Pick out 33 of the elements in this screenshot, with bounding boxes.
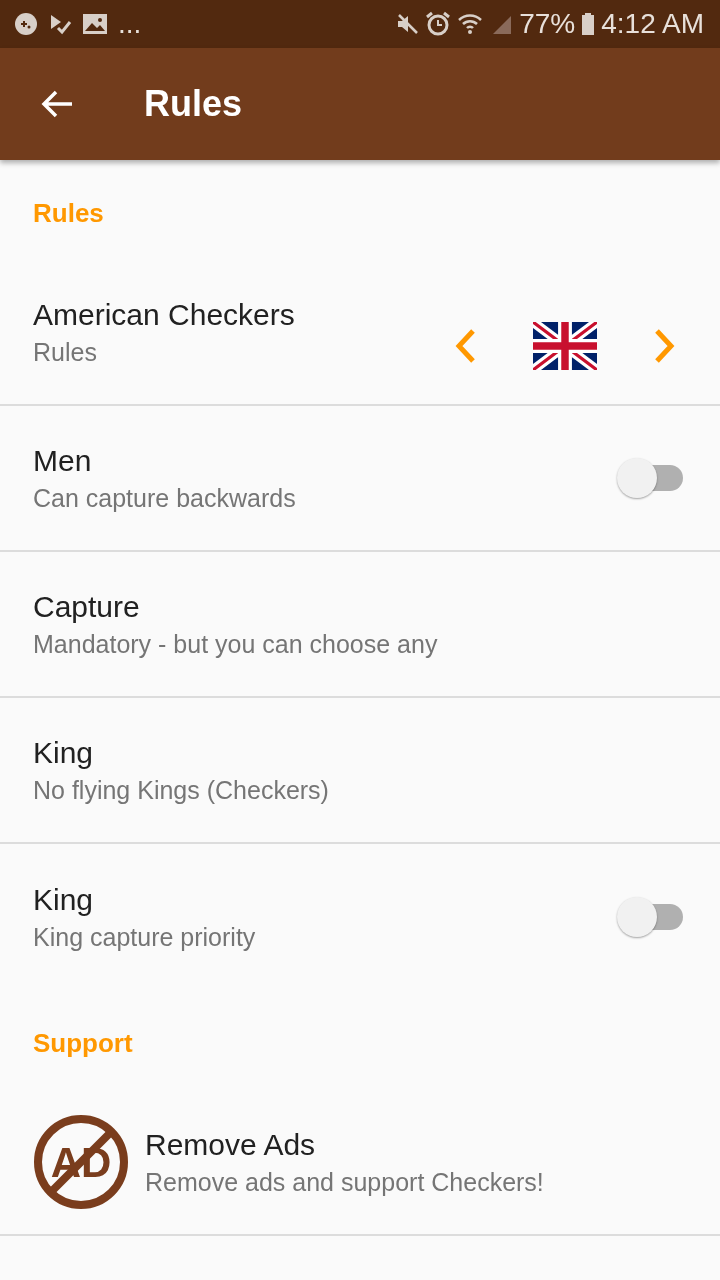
setting-row[interactable]: American Checkers Rules: [0, 260, 720, 406]
setting-title: King: [33, 735, 95, 770]
section-header: Rules: [32, 197, 105, 230]
clock: 4:12 AM: [601, 8, 704, 40]
back-icon[interactable]: [40, 89, 74, 119]
setting-subtitle: King capture priority: [33, 922, 257, 952]
section-header: Support: [32, 1027, 134, 1060]
alarm-icon: [425, 11, 452, 37]
setting-row[interactable]: Capture Mandatory - but you can choose any: [0, 552, 720, 698]
setting-title: King: [33, 882, 95, 917]
check-icon: [48, 12, 72, 36]
battery-percent: 77%: [519, 8, 576, 40]
setting-title: American Checkers: [33, 297, 296, 332]
flag-icon: [533, 322, 597, 370]
setting-title: Remove Ads: [145, 1127, 317, 1162]
setting-subtitle: Rules: [33, 337, 98, 367]
chevron-left-icon[interactable]: [453, 328, 477, 364]
setting-row[interactable]: Men Can capture backwards: [0, 406, 720, 552]
chevron-right-icon[interactable]: [653, 328, 677, 364]
setting-subtitle: Remove ads and support Checkers!: [145, 1167, 545, 1197]
screen-title: Rules: [144, 83, 243, 125]
battery-icon: [581, 12, 596, 36]
setting-subtitle: No flying Kings (Checkers): [33, 775, 330, 805]
image-icon: [82, 12, 108, 36]
mute-icon: [395, 12, 420, 36]
overflow-dots: ...: [118, 8, 142, 40]
setting-title: Men: [33, 443, 93, 478]
setting-title: Capture: [33, 589, 141, 624]
game-icon: [14, 12, 38, 36]
setting-subtitle: Can capture backwards: [33, 483, 297, 513]
setting-subtitle: Mandatory - but you can choose any: [33, 629, 439, 659]
setting-row[interactable]: King No flying Kings (Checkers): [0, 698, 720, 844]
setting-row[interactable]: King King capture priority: [0, 844, 720, 990]
